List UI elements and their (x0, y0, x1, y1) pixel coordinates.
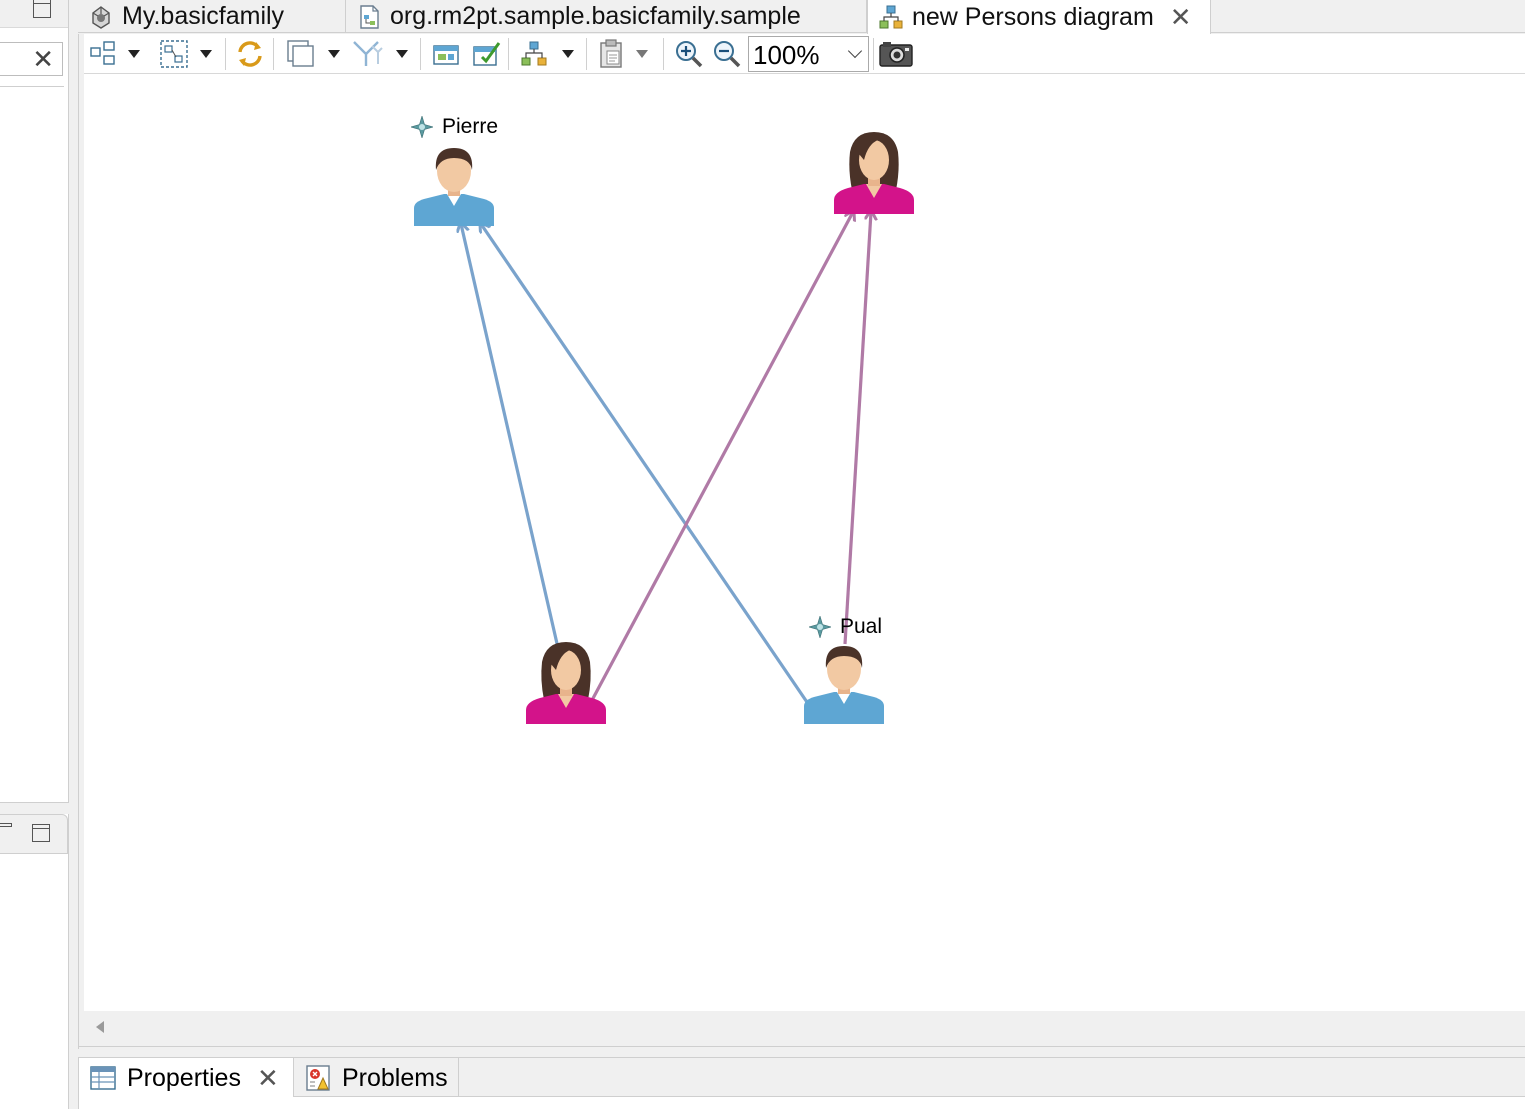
person-name: Pierre (442, 115, 499, 138)
person-name: Pual (840, 615, 883, 638)
scroll-left-icon[interactable] (96, 1021, 104, 1033)
problems-icon (306, 1065, 330, 1091)
maximize-icon[interactable] (33, 0, 51, 18)
refresh-button[interactable] (234, 39, 266, 69)
zoom-in-icon (676, 41, 703, 68)
tab-label: Properties (127, 1063, 241, 1092)
export-image-button[interactable] (879, 39, 913, 69)
zoom-out-button[interactable] (712, 39, 742, 69)
clipboard-icon (600, 39, 622, 68)
model-icon (92, 5, 110, 29)
person-label-pierre[interactable]: Pierre (411, 115, 498, 139)
zoom-value: 100% (753, 40, 820, 70)
diagram-icon (879, 5, 903, 29)
properties-view (78, 1097, 1525, 1109)
edge-layer (84, 74, 1525, 709)
select-all-icon (160, 40, 188, 68)
paste-format-button[interactable] (598, 39, 648, 69)
left-view-panel: ✕ (0, 0, 69, 803)
filter-input[interactable]: ✕ (0, 42, 63, 76)
toolbar-divider (420, 38, 421, 70)
left-bottom-header (0, 814, 68, 854)
chevron-down-icon[interactable] (636, 50, 648, 58)
maximize-icon[interactable] (32, 824, 50, 842)
toolbar-divider (586, 38, 587, 70)
bottom-panel-tab-bar: Properties ✕ Problems (78, 1057, 1525, 1098)
tab-label: new Persons diagram (912, 2, 1154, 31)
father-edge[interactable] (481, 224, 813, 709)
layers-button[interactable] (286, 39, 340, 69)
left-view-header (0, 0, 68, 28)
left-bottom-panel (0, 814, 69, 1109)
show-element-icon (433, 45, 459, 65)
chevron-down-icon[interactable] (128, 50, 140, 58)
toolbar-divider (873, 38, 874, 70)
camera-icon (879, 42, 913, 67)
properties-icon (90, 1066, 116, 1090)
chevron-down-icon[interactable] (562, 50, 574, 58)
validate-button[interactable] (472, 39, 502, 69)
male-person-icon[interactable] (804, 640, 884, 724)
toolbar-divider (225, 38, 226, 70)
editor-tab-bar: My.basicfamily org.rm2pt.sample.basicfam… (78, 0, 1525, 34)
zoom-out-icon (714, 41, 741, 68)
person-star-icon (411, 116, 433, 138)
tab-problems[interactable]: Problems (294, 1058, 459, 1098)
validate-icon (473, 42, 501, 66)
diagram-canvas[interactable]: Pierre Pual (84, 74, 1525, 1011)
arrange-icon (90, 41, 115, 65)
tab-label: My.basicfamily (122, 2, 285, 30)
toolbar-divider (273, 38, 274, 70)
diagram-toolbar: 100% (78, 34, 1525, 74)
father-edge[interactable] (461, 224, 560, 649)
clear-filter-icon[interactable]: ✕ (32, 45, 54, 73)
select-button[interactable] (158, 39, 212, 69)
minimize-icon[interactable] (0, 823, 12, 827)
female-person-icon[interactable] (834, 130, 914, 214)
person-star-icon (809, 616, 831, 638)
layout-button[interactable] (520, 39, 574, 69)
arrange-button[interactable] (90, 39, 140, 69)
tab-label: Problems (342, 1063, 448, 1092)
zoom-combo[interactable]: 100% (748, 36, 869, 72)
chevron-down-icon[interactable] (328, 50, 340, 58)
diagram-layout-icon (521, 41, 547, 66)
chevron-down-icon[interactable] (396, 50, 408, 58)
toolbar-divider (508, 38, 509, 70)
chevron-down-icon[interactable] (200, 50, 212, 58)
female-person-icon[interactable] (526, 640, 606, 724)
filters-button[interactable] (352, 39, 408, 69)
representation-file-icon (360, 4, 379, 29)
tab-new-persons-diagram[interactable]: new Persons diagram ✕ (867, 0, 1211, 34)
tab-representation-file[interactable]: org.rm2pt.sample.basicfamily.sample (346, 0, 867, 33)
person-label-pual[interactable]: Pual (809, 615, 882, 639)
horizontal-scrollbar[interactable] (84, 1011, 1525, 1045)
divider (78, 1046, 1525, 1047)
tab-my-basicfamily[interactable]: My.basicfamily (78, 0, 346, 33)
chevron-down-icon[interactable] (847, 43, 863, 59)
tab-label: org.rm2pt.sample.basicfamily.sample (390, 2, 801, 30)
refresh-icon (238, 41, 262, 67)
close-icon[interactable]: ✕ (257, 1063, 279, 1094)
show-hide-button[interactable] (432, 39, 460, 69)
zoom-in-button[interactable] (674, 39, 704, 69)
tab-properties[interactable]: Properties ✕ (78, 1058, 294, 1098)
filter-icon (353, 41, 383, 66)
male-person-icon[interactable] (414, 142, 494, 226)
toolbar-divider (663, 38, 664, 70)
close-icon[interactable]: ✕ (1170, 2, 1192, 33)
layers-icon (287, 40, 314, 67)
divider (0, 86, 64, 87)
mother-edge[interactable] (843, 212, 871, 645)
